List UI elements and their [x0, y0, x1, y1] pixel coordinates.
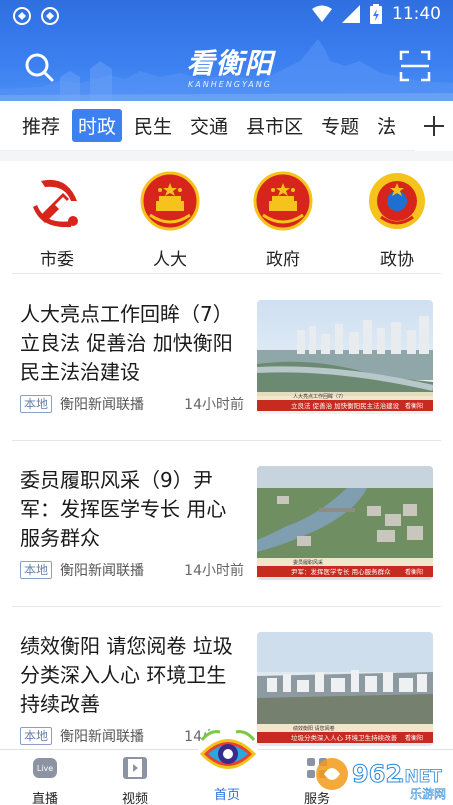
live-tv-icon: Live	[33, 758, 57, 778]
battery-charging-icon	[370, 4, 382, 24]
nav-label: 首页	[213, 788, 240, 803]
tab-topics[interactable]: 专题	[315, 109, 365, 142]
quick-link-label: 政府	[266, 250, 300, 270]
news-source: 衡阳新闻联播	[60, 729, 145, 745]
tab-livelihood[interactable]: 民生	[128, 109, 178, 142]
status-time: 11:40	[392, 4, 441, 24]
tab-politics[interactable]: 时政	[72, 109, 123, 142]
news-source: 衡阳新闻联播	[60, 397, 145, 413]
quick-links: 市委 人大 政府 政协	[0, 161, 453, 273]
tab-recommend[interactable]: 推荐	[16, 109, 66, 142]
thumb-caption-main: 立良法 促善治 加快衡阳民主法治建设	[291, 401, 400, 410]
add-tab-icon[interactable]	[415, 101, 453, 151]
news-time: 14小时前	[184, 397, 244, 413]
thumb-brand: 看衡阳	[405, 402, 423, 410]
tab-law[interactable]: 法	[371, 109, 402, 142]
news-meta: 本地 衡阳新闻联播 14小时前	[20, 560, 244, 580]
news-item[interactable]: 人大亮点工作回眸（7）立良法 促善治 加快衡阳民主法治建设 本地 衡阳新闻联播 …	[0, 274, 453, 440]
quick-link-npc[interactable]: 人大	[125, 171, 215, 270]
section-spacer	[0, 151, 453, 161]
logo-text: 看衡阳	[186, 47, 274, 80]
status-bar: 11:40	[0, 0, 453, 32]
watermark-sub: 乐游网	[410, 787, 446, 801]
local-badge: 本地	[20, 727, 53, 745]
app-notification-icon	[13, 7, 31, 25]
logo-subtext: KANHENGYANG	[188, 80, 272, 89]
watermark-suffix: .NET	[398, 767, 442, 787]
thumb-caption-top: 委员履职风采	[293, 559, 323, 566]
signal-icon	[342, 5, 360, 23]
app-screen: 11:40 看衡阳 KANHENGYANG 推荐 时政 民生 交通 县市区 专题…	[0, 0, 453, 805]
news-title[interactable]: 绩效衡阳 请您阅卷 垃圾分类深入人心 环境卫生持续改善	[20, 632, 244, 719]
thumb-caption-main: 垃圾分类深入人心 环境卫生持续改善	[291, 733, 398, 742]
national-emblem-icon	[140, 171, 200, 231]
party-emblem-icon	[33, 179, 78, 228]
news-thumbnail[interactable]: 人大亮点工作回眸（7） 立良法 促善治 加快衡阳民主法治建设 看衡阳	[257, 300, 433, 414]
quick-link-party[interactable]: 市委	[12, 171, 102, 270]
nav-live[interactable]: Live 直播	[10, 756, 80, 805]
news-source: 衡阳新闻联播	[60, 563, 145, 579]
category-tabs: 推荐 时政 民生 交通 县市区 专题 法	[0, 101, 453, 151]
local-badge: 本地	[20, 395, 53, 413]
eye-logo-icon[interactable]	[196, 722, 260, 786]
watermark-number: 962	[352, 760, 402, 788]
news-thumbnail[interactable]: 绩效衡阳 请您阅卷 垃圾分类深入人心 环境卫生持续改善 看衡阳	[257, 632, 433, 746]
nav-video[interactable]: 视频	[100, 756, 170, 805]
news-title[interactable]: 人大亮点工作回眸（7）立良法 促善治 加快衡阳民主法治建设	[20, 300, 244, 387]
tab-traffic[interactable]: 交通	[184, 109, 234, 142]
status-icons-left	[12, 6, 60, 26]
local-badge: 本地	[20, 561, 53, 579]
quick-link-label: 市委	[40, 250, 74, 270]
thumb-brand: 看衡阳	[405, 568, 423, 576]
site-watermark: 962 .NET 乐游网	[316, 758, 446, 801]
thumb-brand: 看衡阳	[405, 734, 423, 742]
app-header: 11:40 看衡阳 KANHENGYANG	[0, 0, 453, 101]
status-icons-right: 11:40	[312, 4, 441, 24]
tab-counties[interactable]: 县市区	[240, 109, 309, 142]
app-notification-icon	[41, 7, 59, 25]
quick-link-label: 人大	[153, 250, 187, 270]
thumb-caption-main: 尹军：发挥医学专长 用心服务群众	[291, 567, 391, 576]
cppcc-emblem-icon	[369, 173, 425, 229]
news-meta: 本地 衡阳新闻联播 14小时前	[20, 394, 244, 414]
scan-icon[interactable]	[399, 50, 431, 82]
app-logo: 看衡阳 KANHENGYANG	[160, 42, 300, 92]
film-icon	[123, 757, 147, 779]
news-thumbnail[interactable]: 委员履职风采 尹军：发挥医学专长 用心服务群众 看衡阳	[257, 466, 433, 580]
quick-link-label: 政协	[380, 250, 414, 270]
svg-text:Live: Live	[37, 764, 53, 773]
news-title[interactable]: 委员履职风采（9）尹军：发挥医学专长 用心服务群众	[20, 466, 244, 553]
thumb-caption-top: 绩效衡阳 请您阅卷	[293, 725, 335, 732]
thumb-caption-top: 人大亮点工作回眸（7）	[293, 393, 346, 400]
wifi-icon	[312, 5, 332, 22]
national-emblem-icon	[253, 171, 313, 231]
nav-label: 直播	[31, 792, 58, 805]
news-item[interactable]: 委员履职风采（9）尹军：发挥医学专长 用心服务群众 本地 衡阳新闻联播 14小时…	[0, 440, 453, 606]
quick-link-cppcc[interactable]: 政协	[352, 171, 442, 270]
search-icon[interactable]	[22, 50, 56, 84]
quick-link-government[interactable]: 政府	[238, 171, 328, 270]
nav-label: 视频	[121, 792, 148, 805]
news-time: 14小时前	[184, 563, 244, 579]
